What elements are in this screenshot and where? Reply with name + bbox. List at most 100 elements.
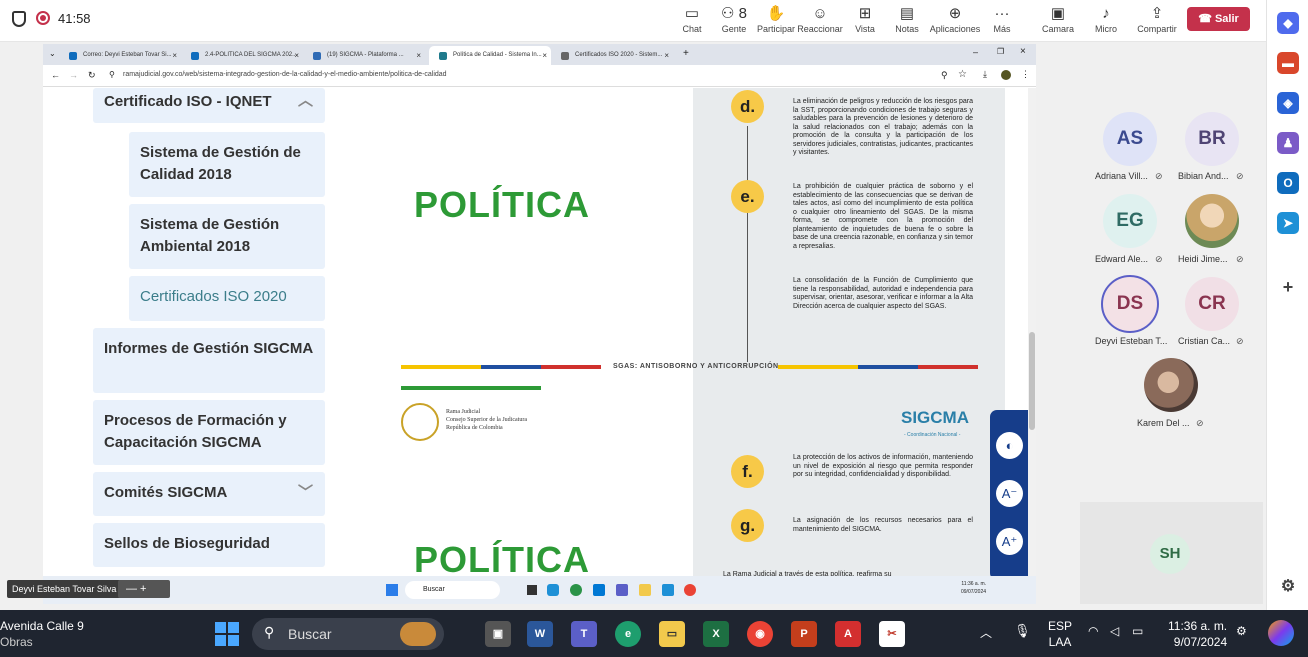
tab-politica-sigcma[interactable]: 2.4-POLITICA DEL SIGCMA 202... × [181,46,303,65]
zoom-controls[interactable]: — + [118,580,170,598]
onedrive-favicon-icon [191,52,199,60]
minimize-icon[interactable]: – [973,47,978,57]
battery-icon[interactable]: ▭ [1132,624,1143,638]
send-icon[interactable]: ➤ [1277,212,1299,234]
more-button[interactable]: ··· Más [972,4,1032,34]
close-icon[interactable]: × [294,46,299,65]
tab-search-icon[interactable]: ⌄ [49,49,56,58]
word-icon[interactable]: W [527,621,553,647]
avatar-photo[interactable] [1185,194,1239,248]
nav-informes-gestion[interactable]: Informes de Gestión SIGCMA [93,328,325,393]
address-bar: ← → ↻ ⚲ ramajudicial.gov.co/web/sistema-… [43,65,1036,87]
chevron-up-icon[interactable]: ︿ [980,624,992,641]
wifi-icon[interactable]: ◠ [1088,624,1098,638]
close-window-icon[interactable]: × [1020,46,1026,57]
edge-icon[interactable]: e [615,621,641,647]
volume-icon[interactable]: ◁ [1110,624,1119,638]
mic-off-icon: ⊘ [1155,171,1163,181]
url-field[interactable]: ramajudicial.gov.co/web/sistema-integrad… [123,71,447,78]
teams-icon[interactable]: T [571,621,597,647]
taskview-icon[interactable]: ▣ [485,621,511,647]
share-button[interactable]: ⇪ Compartir [1127,4,1187,34]
nav-sgc-2018[interactable]: Sistema de Gestión de Calidad 2018 [129,132,325,197]
share-icon: ⇪ [1150,5,1164,22]
avatar[interactable]: CR [1185,277,1239,331]
site-info-icon[interactable]: ⚲ [109,70,115,79]
back-icon[interactable]: ← [51,70,60,80]
maximize-icon[interactable]: ❐ [997,47,1004,56]
tab-correo[interactable]: Correo: Deyvi Esteban Tovar Si... × [59,46,181,65]
powerpoint-icon[interactable]: P [791,621,817,647]
nav-sga-2018[interactable]: Sistema de Gestión Ambiental 2018 [129,204,325,269]
new-tab-icon[interactable]: + [683,48,689,59]
avatar[interactable]: AS [1103,112,1157,166]
file-explorer-icon[interactable]: ▭ [659,621,685,647]
font-increase-icon[interactable]: A⁺ [996,528,1023,555]
sigcma-subtitle: - Coordinación Nacional - [904,432,961,438]
participant-name: Deyvi Esteban T... [1095,336,1168,346]
search-icon: ⚲ [264,624,275,640]
inner-search: Buscar [405,581,500,599]
outlook-icon[interactable]: O [1277,172,1299,194]
tab-politica-calidad[interactable]: Política de Calidad - Sistema In... × [429,46,551,65]
tab-sigcma-plataforma[interactable]: (19) SIGCMA - Plataforma ... × [303,46,425,65]
nav-procesos-formacion[interactable]: Procesos de Formación y Capacitación SIG… [93,400,325,465]
reload-icon[interactable]: ↻ [88,70,96,81]
avatar[interactable]: EG [1103,194,1157,248]
more-icon: ··· [994,5,1010,22]
download-icon[interactable]: ⤓ [983,69,987,80]
leave-button[interactable]: ☎ Salir [1187,7,1250,31]
microphone-icon[interactable]: 🎙 [1014,623,1031,639]
font-decrease-icon[interactable]: A⁻ [996,480,1023,507]
policy-title-2: POLÍTICA [414,539,590,580]
zoom-icon[interactable]: ⚲ [941,70,948,81]
contrast-icon[interactable]: ◐ [996,432,1023,459]
excel-icon[interactable]: X [703,621,729,647]
notification-icon[interactable]: ⚙ [1236,624,1247,638]
search-highlight-icon [400,622,436,646]
avatar[interactable]: SH [1150,534,1190,574]
add-app-icon[interactable]: + [1277,276,1299,298]
bookmark-star-icon[interactable]: ☆ [958,69,967,80]
close-icon[interactable]: × [172,46,177,65]
close-icon[interactable]: × [542,46,547,65]
chrome-icon [684,584,696,596]
avatar-active-speaker[interactable]: DS [1101,275,1159,333]
nav-certificados-iso-2020[interactable]: Certificados ISO 2020 [129,276,325,321]
forward-icon[interactable]: → [69,70,78,80]
copilot-icon[interactable] [1268,620,1294,646]
settings-icon[interactable]: ⚙ [1277,576,1299,598]
taskbar-search[interactable]: ⚲ Buscar [252,618,444,650]
scrollbar-thumb[interactable] [1029,332,1035,430]
loop-icon[interactable]: ◈ [1277,92,1299,114]
shared-screen: ⌄ Correo: Deyvi Esteban Tovar Si... × 2.4… [43,44,1036,604]
language-indicator[interactable]: ESP LAA [1048,618,1072,650]
acrobat-icon[interactable]: A [835,621,861,647]
tag-icon[interactable]: ◆ [1277,12,1299,34]
item-d-text: La eliminación de peligros y reducción d… [793,98,973,156]
clock[interactable]: 11:36 a. m. 9/07/2024 [1168,618,1227,650]
nav-comites[interactable]: Comités SIGCMA ﹀ [93,472,325,516]
nav-sellos-bioseguridad[interactable]: Sellos de Bioseguridad [93,523,325,567]
tab-certificados-iso[interactable]: Certificados ISO 2020 - Sistem... × [551,46,673,65]
participant-name: Edward Ale... [1095,254,1149,264]
chevron-down-icon: ﹀ [297,484,313,501]
nav-certificado-iso[interactable]: Certificado ISO - IQNET ︿ [93,88,325,123]
inner-app-2-icon [662,584,674,596]
start-icon[interactable] [215,622,239,646]
toolbox-icon[interactable]: ▬ [1277,52,1299,74]
profile-avatar[interactable] [1001,70,1011,80]
weather-widget[interactable]: Avenida Calle 9 Obras [0,618,84,650]
avatar-photo[interactable] [1144,358,1198,412]
close-icon[interactable]: × [664,46,669,65]
menu-kebab-icon[interactable]: ⋮ [1021,69,1030,80]
close-icon[interactable]: × [416,46,421,65]
people-app-icon[interactable]: ♟ [1277,132,1299,154]
avatar[interactable]: BR [1185,112,1239,166]
taskview-icon [527,585,537,595]
mic-off-icon: ⊘ [1155,254,1163,264]
chrome-icon[interactable]: ◉ [747,621,773,647]
snipping-tool-icon[interactable]: ✂ [879,621,905,647]
item-g-badge: g. [731,509,764,542]
participant-name: Adriana Vill... [1095,171,1148,181]
